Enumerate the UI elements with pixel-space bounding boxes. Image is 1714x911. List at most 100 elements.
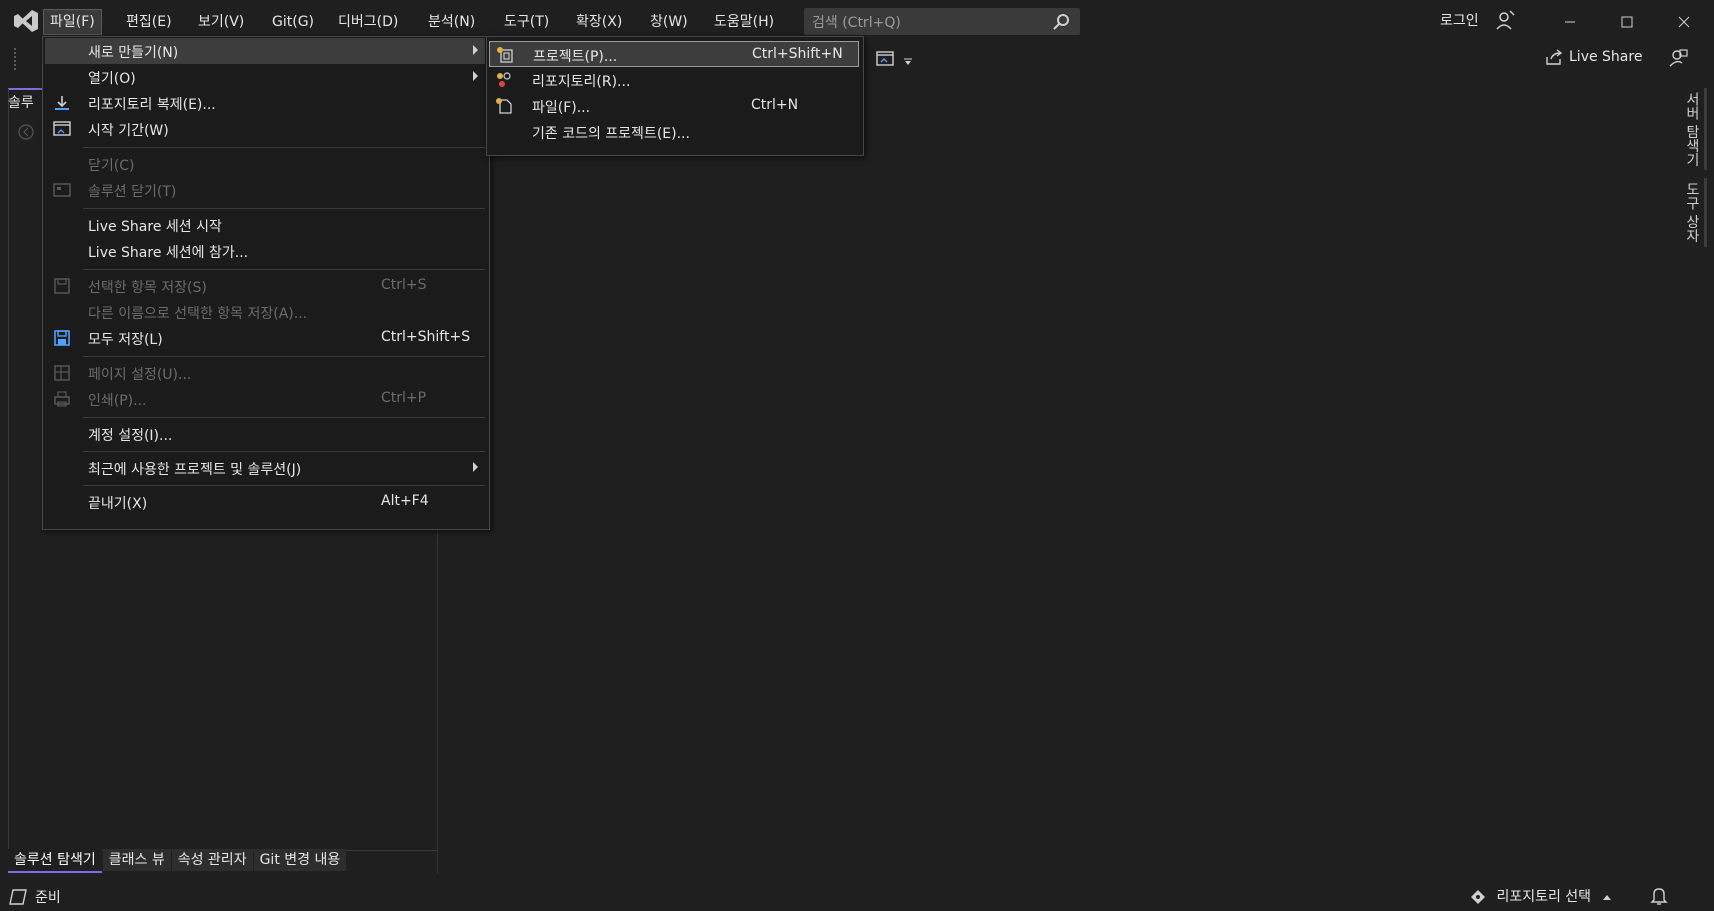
menu-item-label: 리포지토리 복제(E)... [88,97,216,113]
status-bar [0,883,1714,911]
menu-item-close-solution: 솔루션 닫기(T) [45,177,485,203]
print-icon [54,391,70,407]
menu-window[interactable]: 창(W) [644,10,694,34]
start-window-icon[interactable] [876,50,894,68]
menu-item-clone-repository[interactable]: 리포지토리 복제(E)... [45,90,485,116]
liveshare-label: Live Share [1569,49,1643,65]
submenu-arrow-icon [473,71,478,81]
new-submenu: 프로젝트(P)... Ctrl+Shift+N 리포지토리(R)... 파일(F… [486,36,864,156]
menu-item-exit[interactable]: 끝내기(X) Alt+F4 [45,489,485,515]
side-tab-strip: 서버 탐색기 도구 상자 [1680,88,1707,255]
menu-item-save-selected: 선택한 항목 저장(S) Ctrl+S [45,273,485,299]
search-placeholder: 검색 (Ctrl+Q) [812,15,901,31]
feedback-icon[interactable] [1668,48,1688,68]
file-menu-dropdown: 새로 만들기(N) 열기(O) 리포지토리 복제(E)... 시작 기간(W) … [42,36,490,530]
menu-file[interactable]: 파일(F) [43,9,102,35]
liveshare-button[interactable]: Live Share [1545,48,1642,72]
toolbar-grip[interactable] [14,48,22,70]
start-window-icon [53,121,71,136]
menu-debug[interactable]: 디버그(D) [332,10,404,34]
login-link[interactable]: 로그인 [1440,10,1479,30]
menu-separator [83,451,485,452]
account-pin-icon[interactable] [1495,9,1515,31]
menu-separator [83,269,485,270]
menu-analyze[interactable]: 분석(N) [422,10,481,34]
menu-item-label: 다른 이름으로 선택한 항목 저장(A)... [88,306,308,322]
submenu-arrow-icon [473,45,478,55]
submenu-item-file[interactable]: 파일(F)... Ctrl+N [489,93,859,119]
menu-item-label: 열기(O) [88,71,136,87]
menu-item-label: 시작 기간(W) [88,123,169,139]
menu-item-save-as: 다른 이름으로 선택한 항목 저장(A)... [45,299,485,325]
menu-item-label: Live Share 세션에 참가... [88,245,249,261]
menu-item-shortcut: Ctrl+P [381,390,427,406]
close-solution-icon [53,183,71,197]
menu-item-label: 계정 설정(I)... [88,428,173,444]
menu-item-print: 인쇄(P)... Ctrl+P [45,386,485,412]
submenu-item-project-from-existing[interactable]: 기존 코드의 프로젝트(E)... [489,119,859,145]
menu-separator [83,147,485,148]
toolbar-dropdown-icon[interactable] [903,58,913,66]
tab-server-explorer[interactable]: 서버 탐색기 [1680,88,1707,171]
menu-item-account-settings[interactable]: 계정 설정(I)... [45,421,485,447]
submenu-item-label: 프로젝트(P)... [533,49,618,65]
menu-item-shortcut: Ctrl+S [381,277,427,293]
status-text: 준비 [35,890,61,906]
menu-item-save-all[interactable]: 모두 저장(L) Ctrl+Shift+S [45,325,485,351]
submenu-item-label: 기존 코드의 프로젝트(E)... [532,126,690,142]
menu-item-label: 끝내기(X) [88,496,148,512]
menu-view[interactable]: 보기(V) [192,10,250,34]
menu-item-label: 페이지 설정(U)... [88,367,192,383]
menu-help[interactable]: 도움말(H) [708,10,780,34]
submenu-item-repository[interactable]: 리포지토리(R)... [489,67,859,93]
submenu-item-project[interactable]: 프로젝트(P)... Ctrl+Shift+N [489,41,859,67]
menu-item-label: 선택한 항목 저장(S) [88,280,207,296]
page-setup-icon [54,365,70,381]
menu-separator [83,356,485,357]
new-project-icon [497,47,513,63]
repository-select-label: 리포지토리 선택 [1496,889,1592,905]
tab-solution-explorer[interactable]: 솔루션 탐색기 [8,849,102,873]
menu-item-label: 솔루션 닫기(T) [88,184,177,200]
menu-separator [83,485,485,486]
submenu-item-shortcut: Ctrl+Shift+N [752,46,843,62]
close-icon[interactable] [1664,8,1704,36]
minimize-icon[interactable] [1550,8,1590,36]
menu-tools[interactable]: 도구(T) [498,10,555,34]
notification-bell-icon[interactable] [1650,886,1668,906]
tab-toolbox[interactable]: 도구 상자 [1680,178,1707,247]
new-repository-icon [497,72,511,87]
tab-property-manager[interactable]: 속성 관리자 [171,849,253,871]
repository-select-button[interactable]: 리포지토리 선택 [1470,886,1612,906]
tab-class-view[interactable]: 클래스 뷰 [102,849,171,871]
share-icon [1546,49,1563,65]
save-icon [54,278,70,294]
solution-explorer-tab[interactable]: 솔루 [8,92,34,112]
maximize-icon[interactable] [1607,8,1647,36]
tab-git-changes[interactable]: Git 변경 내용 [253,849,347,871]
back-arrow-icon[interactable] [18,124,34,140]
menu-item-shortcut: Ctrl+Shift+S [381,329,471,345]
menu-item-start-window[interactable]: 시작 기간(W) [45,116,485,142]
status-ready-icon [9,889,27,905]
menu-item-recent[interactable]: 최근에 사용한 프로젝트 및 솔루션(J) [45,455,485,481]
menu-item-label: 닫기(C) [88,158,135,174]
menu-item-open[interactable]: 열기(O) [45,64,485,90]
menu-item-label: 새로 만들기(N) [88,45,179,61]
menu-edit[interactable]: 편집(E) [120,10,178,34]
menu-item-label: 최근에 사용한 프로젝트 및 솔루션(J) [88,462,302,478]
menu-item-label: 모두 저장(L) [88,332,163,348]
menu-item-liveshare-join[interactable]: Live Share 세션에 참가... [45,238,485,264]
save-all-icon [54,330,70,346]
new-file-icon [496,98,512,114]
caret-up-icon [1602,895,1611,900]
git-branch-icon [1471,890,1485,904]
search-icon[interactable] [1052,13,1070,31]
menu-item-new[interactable]: 새로 만들기(N) [45,38,485,64]
menu-item-page-setup: 페이지 설정(U)... [45,360,485,386]
search-input[interactable]: 검색 (Ctrl+Q) [804,8,1080,35]
submenu-arrow-icon [473,462,478,472]
menu-extensions[interactable]: 확장(X) [570,10,628,34]
menu-item-liveshare-start[interactable]: Live Share 세션 시작 [45,212,485,238]
menu-git[interactable]: Git(G) [266,10,320,34]
